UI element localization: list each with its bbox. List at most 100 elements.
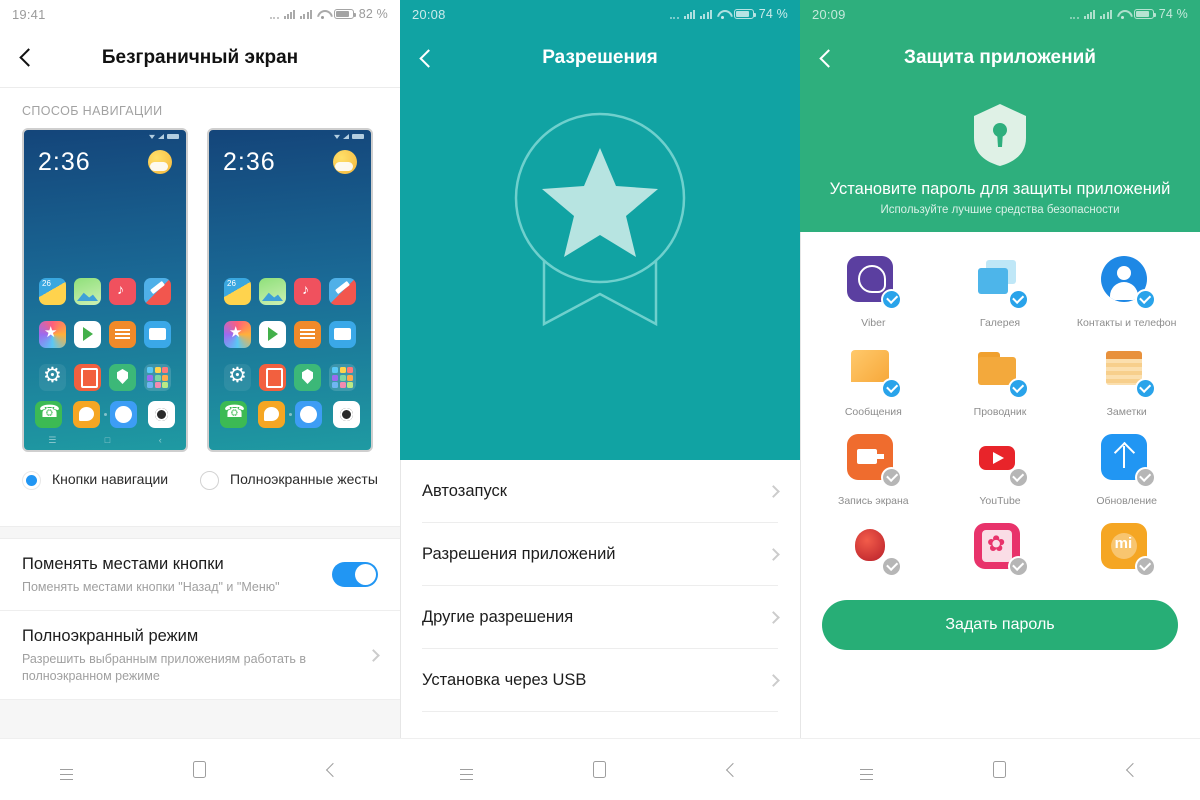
check-badge[interactable] (881, 289, 903, 310)
row-swap-buttons[interactable]: Поменять местами кнопки Поменять местами… (0, 539, 400, 611)
app-cell-messages[interactable]: Сообщения (810, 335, 937, 418)
app-icon-box (847, 345, 903, 399)
check-badge[interactable] (1134, 467, 1156, 488)
appstore-app-icon-2 (224, 321, 251, 348)
protected-apps-grid: Viber Галерея Контакты и телефон Сообщен… (800, 232, 1200, 584)
preview-dock-2 (209, 401, 371, 428)
check-badge[interactable] (1134, 378, 1156, 399)
status-time: 20:08 (412, 6, 446, 22)
tools-app-icon-2 (329, 278, 356, 305)
system-navigation-bar-3 (800, 738, 1200, 800)
wifi-icon (717, 9, 729, 19)
row-subtitle: Разрешить выбранным приложениям работать… (22, 651, 306, 683)
menu-icon[interactable] (45, 748, 89, 792)
app-cell-mi-apps[interactable] (1063, 513, 1190, 584)
app-cell-screen-recorder[interactable]: Запись экрана (810, 424, 937, 507)
app-cell-themes[interactable] (937, 513, 1064, 584)
battery-icon (733, 9, 756, 19)
preview-buttons-navigation[interactable]: 2:36 26 ♪ ★ ⚙ ☎ ☰ □ ‹ (22, 128, 188, 452)
chevron-right-icon (767, 484, 780, 498)
shop-app-icon (74, 364, 101, 391)
chevron-left-icon (818, 48, 838, 68)
signal-bars-2-icon (300, 9, 312, 19)
app-bar: Защита приложений (800, 28, 1200, 88)
preview-app-grid-2 (209, 278, 371, 391)
app-cell-cleaner[interactable] (810, 513, 937, 584)
row-app-permissions[interactable]: Разрешения приложений (422, 523, 780, 586)
home-icon[interactable] (178, 748, 222, 792)
check-badge[interactable] (1134, 556, 1156, 577)
back-button[interactable] (800, 28, 856, 88)
app-cell-notes[interactable]: Заметки (1063, 335, 1190, 418)
folder-icon (144, 364, 171, 391)
sms-app-icon-2 (257, 401, 285, 428)
radio-button-unselected[interactable] (200, 471, 219, 490)
preview-fullscreen-gestures[interactable]: 2:36 (207, 128, 373, 452)
app-cell-updater[interactable]: Обновление (1063, 424, 1190, 507)
preview-navigation-bar: ☰ □ ‹ (48, 435, 162, 445)
hero-subtitle: Используйте лучшие средства безопасности (880, 204, 1120, 216)
radio-button-selected[interactable] (22, 471, 41, 490)
page-title: Безграничный экран (101, 46, 299, 68)
hero-title: Установите пароль для защиты приложений (829, 180, 1171, 198)
row-fullscreen-mode[interactable]: Полноэкранный режим Разрешить выбранным … (0, 611, 400, 700)
status-bar: 20:09 74 % (800, 0, 1200, 28)
signal-bars-icon (683, 9, 696, 19)
check-badge[interactable] (1007, 467, 1029, 488)
panel-permissions: 20:08 74 % Разрешения Автозапуск Разреше… (400, 0, 800, 800)
chevron-left-icon (418, 48, 438, 68)
preview-dock (24, 401, 186, 428)
system-navigation-bar-1 (0, 738, 400, 800)
chevron-right-icon (367, 649, 380, 662)
play-store-icon (74, 321, 101, 348)
weather-widget-icon-2 (333, 150, 357, 174)
status-bar: 19:41 82 % (0, 0, 400, 28)
app-cell-viber[interactable]: Viber (810, 246, 937, 329)
check-badge[interactable] (881, 467, 903, 488)
app-cell-file-explorer[interactable]: Проводник (937, 335, 1064, 418)
signal-bars-icon (1083, 9, 1096, 19)
weather-app-icon-2 (224, 278, 251, 305)
music-app-icon (109, 278, 136, 305)
security-app-icon (109, 364, 136, 391)
swap-buttons-toggle[interactable] (332, 562, 378, 588)
section-label-navigation-method: СПОСОБ НАВИГАЦИИ (22, 104, 163, 118)
row-autostart[interactable]: Автозапуск (422, 460, 780, 523)
back-button[interactable] (0, 28, 56, 88)
back-button[interactable] (400, 28, 456, 88)
check-badge[interactable] (1134, 289, 1156, 310)
system-navigation-bar-2 (400, 738, 800, 800)
home-icon[interactable] (578, 748, 622, 792)
camera-app-icon-2 (332, 401, 360, 428)
chevron-right-icon (767, 673, 780, 687)
permissions-hero: 20:08 74 % Разрешения (400, 0, 800, 460)
check-badge[interactable] (1007, 556, 1029, 577)
app-label: Галерея (979, 317, 1021, 329)
radio-option-buttons-navigation[interactable]: Кнопки навигации (22, 470, 200, 490)
preview-status-icons-2 (334, 134, 364, 139)
check-badge[interactable] (1007, 378, 1029, 399)
play-store-icon-2 (259, 321, 286, 348)
menu-icon[interactable] (845, 748, 889, 792)
row-title: Разрешения приложений (422, 544, 616, 563)
app-icon-box (1100, 523, 1156, 577)
app-cell-youtube[interactable]: YouTube (937, 424, 1064, 507)
home-icon[interactable] (978, 748, 1022, 792)
menu-icon[interactable] (445, 748, 489, 792)
check-badge[interactable] (881, 378, 903, 399)
check-badge[interactable] (881, 556, 903, 577)
row-install-via-usb[interactable]: Установка через USB (422, 649, 780, 712)
back-icon[interactable] (711, 748, 755, 792)
set-password-button[interactable]: Задать пароль (822, 600, 1178, 650)
mail-app-icon (144, 321, 171, 348)
app-cell-contacts[interactable]: Контакты и телефон (1063, 246, 1190, 329)
back-icon[interactable] (311, 748, 355, 792)
app-label: Проводник (973, 406, 1027, 418)
back-icon[interactable] (1111, 748, 1155, 792)
check-badge[interactable] (1007, 289, 1029, 310)
row-other-permissions[interactable]: Другие разрешения (422, 586, 780, 649)
radio-option-fullscreen-gestures[interactable]: Полноэкранные жесты (200, 470, 378, 490)
app-cell-gallery[interactable]: Галерея (937, 246, 1064, 329)
app-icon-box (1100, 434, 1156, 488)
app-label: Заметки (1106, 406, 1147, 418)
